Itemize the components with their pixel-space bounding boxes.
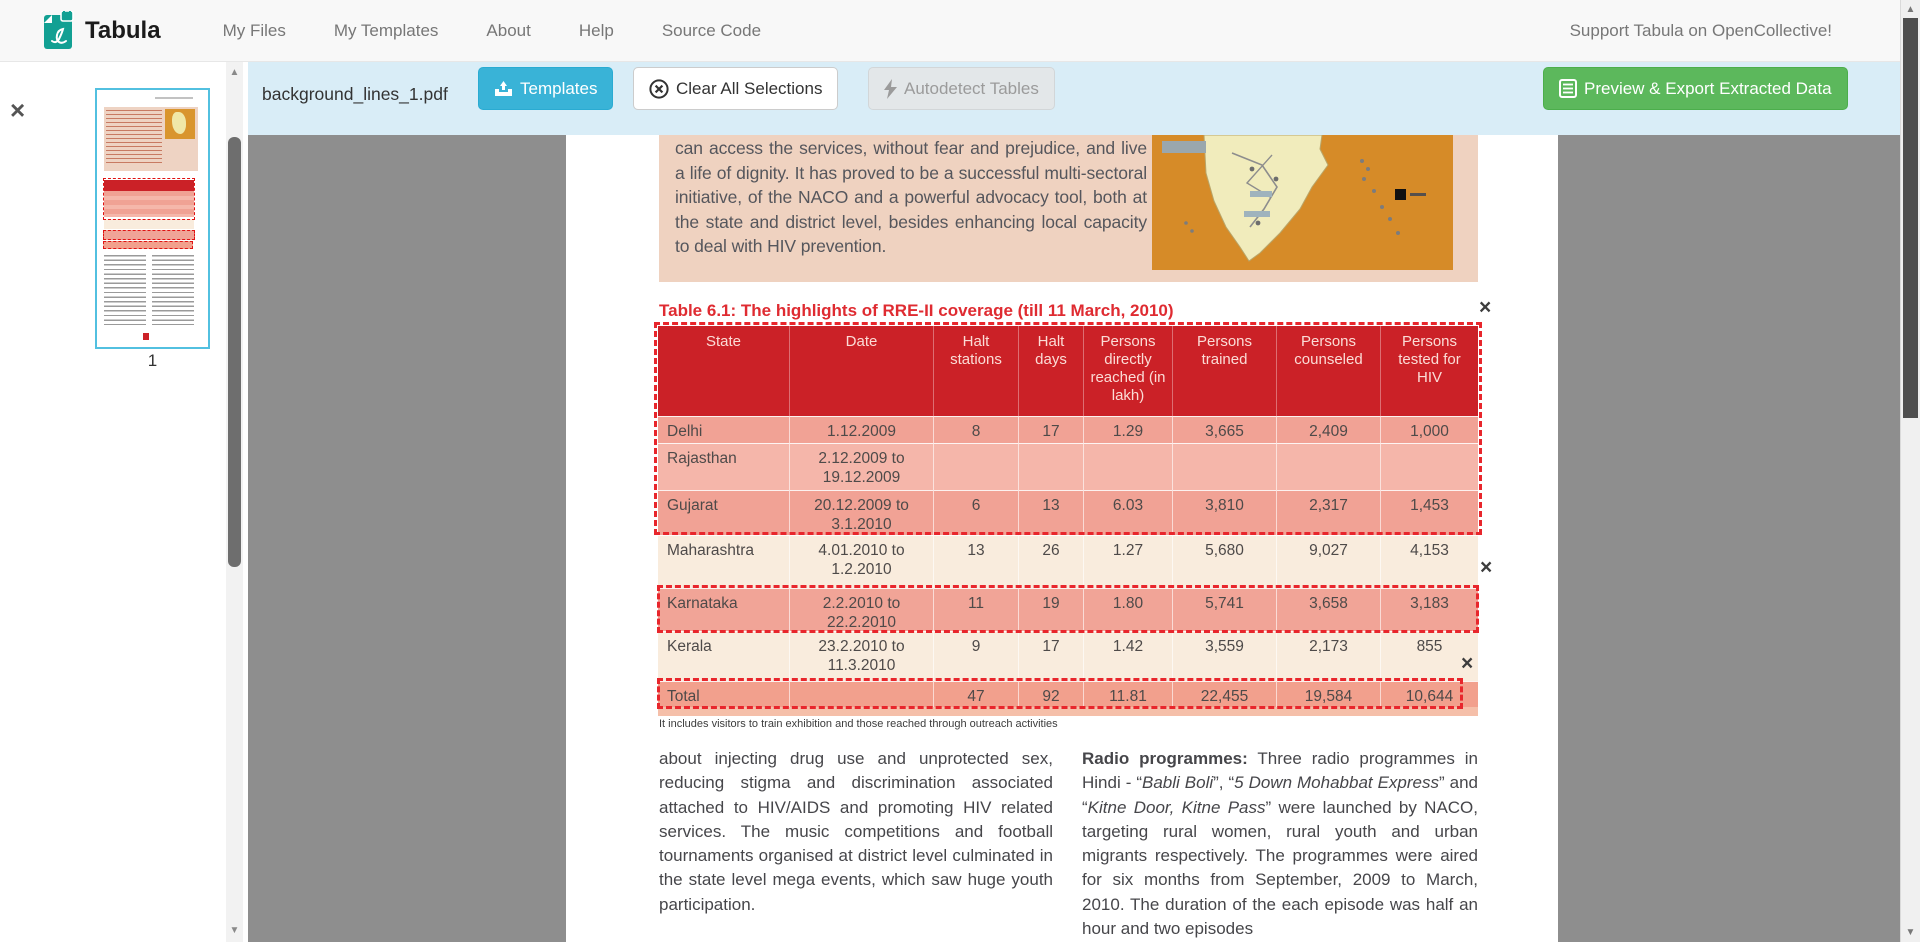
selection-close-icon[interactable]: × — [1461, 653, 1473, 674]
lightning-icon — [884, 79, 897, 99]
selection-close-icon[interactable]: × — [1479, 297, 1491, 318]
clear-label: Clear All Selections — [676, 79, 822, 99]
nav-item-source-code[interactable]: Source Code — [638, 21, 785, 41]
scroll-down-icon[interactable]: ▼ — [1901, 927, 1920, 938]
support-link[interactable]: Support Tabula on OpenCollective! — [1570, 21, 1832, 41]
text-segment: Babli Boli — [1142, 773, 1213, 792]
table-footnote: It includes visitors to train exhibition… — [659, 718, 1058, 730]
table-row: Maharashtra4.01.2010 to 1.2.201013261.27… — [658, 535, 1478, 588]
tabula-logo-icon[interactable] — [42, 11, 76, 51]
thumb-selection-box — [103, 230, 195, 240]
scroll-down-icon[interactable]: ▼ — [226, 925, 243, 936]
text-segment: ”, “ — [1213, 773, 1234, 792]
window-scrollbar[interactable]: ▲ ▼ — [1900, 0, 1920, 942]
templates-icon — [494, 80, 513, 98]
selection-box[interactable] — [657, 585, 1479, 633]
text-segment: 5 Down Mohabbat Express — [1234, 773, 1439, 792]
intro-paragraph: can access the services, without fear an… — [675, 136, 1147, 259]
window-scrollbar-thumb[interactable] — [1903, 18, 1918, 418]
thumb-paragraph-lines — [106, 110, 162, 166]
table-cell: 2,173 — [1277, 631, 1381, 681]
table-cell: Kerala — [658, 631, 790, 681]
templates-button[interactable]: Templates — [478, 67, 613, 110]
brand-title: Tabula — [85, 17, 161, 45]
table-cell: 1.42 — [1084, 631, 1173, 681]
right-column-text: Radio programmes: Three radio programmes… — [1082, 747, 1478, 941]
toolbar: background_lines_1.pdf Templates Clear A… — [248, 61, 1901, 135]
left-column-text: about injecting drug use and unprotected… — [659, 747, 1053, 917]
text-segment: ” were launched by NACO, targeting rural… — [1082, 798, 1478, 938]
thumb-table — [104, 178, 196, 248]
autodetect-label: Autodetect Tables — [904, 79, 1039, 99]
table-cell: 3,559 — [1173, 631, 1277, 681]
navbar-menu: My FilesMy TemplatesAboutHelpSource Code — [199, 21, 785, 41]
thumb-selection-box — [103, 178, 195, 220]
pdf-page[interactable]: can access the services, without fear an… — [566, 135, 1558, 942]
thumb-page-badge — [143, 333, 149, 340]
nav-item-my-templates[interactable]: My Templates — [310, 21, 463, 41]
table-cell: 26 — [1019, 535, 1084, 588]
nav-item-my-files[interactable]: My Files — [199, 21, 310, 41]
thumb-map-shape — [172, 112, 186, 134]
nav-item-about[interactable]: About — [462, 21, 554, 41]
thumb-selection-box — [103, 241, 193, 249]
india-map-image — [1152, 135, 1453, 270]
selection-box[interactable] — [657, 678, 1463, 709]
clear-circle-x-icon — [649, 79, 669, 99]
thumb-text-column — [104, 255, 146, 325]
table-cell: 23.2.2010 to 11.3.2010 — [790, 631, 934, 681]
table-row: Kerala23.2.2010 to 11.3.20109171.423,559… — [658, 631, 1478, 681]
export-label: Preview & Export Extracted Data — [1584, 79, 1832, 99]
table-cell: 9,027 — [1277, 535, 1381, 588]
clear-all-selections-button[interactable]: Clear All Selections — [633, 67, 838, 110]
thumbnail-sidebar: × 1 ▲ ▼ — [0, 61, 248, 942]
text-segment: Kitne Door, Kitne Pass — [1088, 798, 1266, 817]
thumb-intro-block — [104, 107, 198, 171]
table-cell: 13 — [934, 535, 1019, 588]
thumb-map — [165, 109, 195, 139]
intro-text-block: can access the services, without fear an… — [659, 135, 1478, 282]
table-title: Table 6.1: The highlights of RRE-II cove… — [659, 301, 1174, 321]
export-table-icon — [1559, 79, 1577, 98]
thumb-text-column — [152, 255, 194, 325]
navbar: Tabula My FilesMy TemplatesAboutHelpSour… — [0, 0, 1920, 62]
page-number-label: 1 — [95, 351, 210, 371]
table-cell: 4,153 — [1381, 535, 1478, 588]
table-cell: 17 — [1019, 631, 1084, 681]
nav-item-help[interactable]: Help — [555, 21, 638, 41]
text-segment: Radio programmes: — [1082, 749, 1248, 768]
app-window: Tabula My FilesMy TemplatesAboutHelpSour… — [0, 0, 1920, 942]
preview-export-button[interactable]: Preview & Export Extracted Data — [1543, 67, 1848, 110]
active-filename: background_lines_1.pdf — [262, 84, 448, 105]
table-cell: 4.01.2010 to 1.2.2010 — [790, 535, 934, 588]
templates-label: Templates — [520, 79, 597, 99]
thumb-header-line — [155, 97, 193, 99]
scroll-up-icon[interactable]: ▲ — [1901, 4, 1920, 15]
thumb-table-rows-light — [104, 219, 194, 229]
table-cell: 9 — [934, 631, 1019, 681]
scroll-up-icon[interactable]: ▲ — [226, 67, 243, 78]
page-thumbnail[interactable] — [95, 88, 210, 349]
table-cell: 1.27 — [1084, 535, 1173, 588]
sidebar-scrollbar-thumb[interactable] — [228, 137, 241, 567]
sidebar-scrollbar[interactable]: ▲ ▼ — [226, 61, 243, 942]
remove-page-icon[interactable]: × — [10, 97, 25, 123]
table-cell: 5,680 — [1173, 535, 1277, 588]
autodetect-tables-button: Autodetect Tables — [868, 67, 1055, 110]
selection-close-icon[interactable]: × — [1480, 557, 1492, 578]
table-cell: Maharashtra — [658, 535, 790, 588]
selection-box[interactable] — [654, 322, 1482, 535]
